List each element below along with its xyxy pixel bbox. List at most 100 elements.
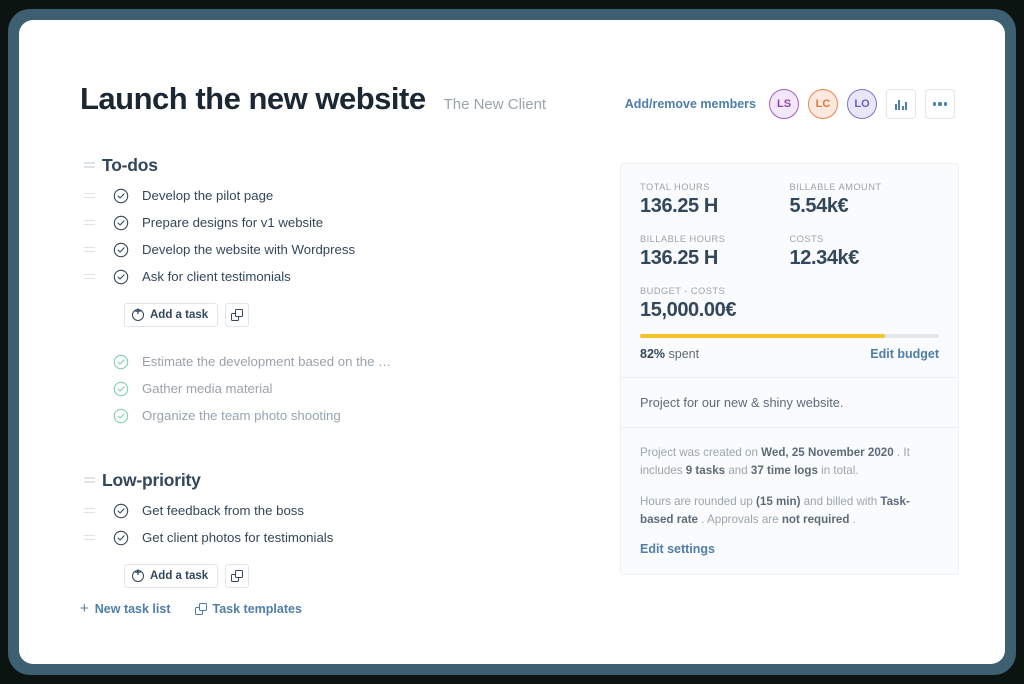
task-label: Estimate the development based on the … xyxy=(142,354,392,369)
task-row[interactable]: Get client photos for testimonials xyxy=(80,524,570,551)
page-header: Launch the new website The New Client Ad… xyxy=(80,77,955,129)
budget-progress-track xyxy=(640,334,939,338)
task-label: Gather media material xyxy=(142,381,273,396)
add-task-button[interactable]: Add a task xyxy=(124,303,219,327)
avatar[interactable]: LS xyxy=(769,89,799,119)
edit-budget-link[interactable]: Edit budget xyxy=(870,347,939,361)
task-row[interactable]: Get feedback from the boss xyxy=(80,497,570,524)
meta-text: . xyxy=(698,512,705,526)
task-row[interactable]: Gather media material xyxy=(80,375,570,402)
meta-rounding: Hours are rounded up (15 min) and billed… xyxy=(640,493,939,530)
stat-label: BILLABLE AMOUNT xyxy=(789,182,882,192)
task-lists-column: To-dos Develop the pilot page Prepare de… xyxy=(80,148,570,594)
meta-approvals-value: not required xyxy=(781,512,850,526)
task-templates-link[interactable]: Task templates xyxy=(194,601,302,616)
budget-progress-fill xyxy=(640,334,886,338)
meta-text: Hours are rounded up xyxy=(640,494,757,508)
drag-handle-icon[interactable] xyxy=(80,162,102,168)
avatar-initials: LO xyxy=(854,98,870,110)
new-task-list-label: New task list xyxy=(94,601,171,616)
stat-billable-amount: BILLABLE AMOUNT 5.54k€ xyxy=(790,182,940,218)
drag-handle-icon[interactable] xyxy=(80,477,102,483)
budget-spent-row: 82% spent Edit budget xyxy=(640,347,939,361)
plus-circle-icon xyxy=(132,567,144,582)
task-row[interactable]: Ask for client testimonials xyxy=(80,263,570,290)
more-options-button[interactable] xyxy=(925,89,955,119)
task-row[interactable]: Prepare designs for v1 website xyxy=(80,209,570,236)
task-list-header: To-dos xyxy=(80,148,570,182)
checkbox-icon[interactable] xyxy=(113,215,129,231)
checkbox-icon[interactable] xyxy=(113,188,129,204)
task-list: To-dos Develop the pilot page Prepare de… xyxy=(80,148,570,429)
avatar-initials: LC xyxy=(815,98,831,110)
duplicate-task-button[interactable] xyxy=(225,303,250,327)
task-row[interactable]: Estimate the development based on the … xyxy=(80,348,570,375)
checkbox-icon[interactable] xyxy=(113,269,129,285)
task-templates-label: Task templates xyxy=(212,601,302,616)
stat-value: 136.25 H xyxy=(640,247,718,269)
project-meta: Project was created on Wed, 25 November … xyxy=(640,428,939,529)
avatar[interactable]: LO xyxy=(847,89,877,119)
checkbox-icon[interactable] xyxy=(113,530,129,546)
stat-label: BILLABLE HOURS xyxy=(640,234,726,244)
drag-handle-icon[interactable] xyxy=(80,273,102,280)
drag-handle-icon[interactable] xyxy=(80,507,102,514)
stat-billable-hours: BILLABLE HOURS 136.25 H xyxy=(640,234,790,270)
app-screen: Launch the new website The New Client Ad… xyxy=(19,20,1005,664)
page-title: Launch the new website xyxy=(80,81,426,116)
meta-text: and xyxy=(725,464,751,478)
checkbox-icon[interactable] xyxy=(113,242,129,258)
checkbox-checked-icon[interactable] xyxy=(113,381,129,397)
task-label: Get client photos for testimonials xyxy=(142,530,334,545)
edit-settings-link[interactable]: Edit settings xyxy=(640,542,715,556)
meta-text: Approvals are xyxy=(707,512,782,526)
report-button[interactable] xyxy=(886,89,916,119)
task-label: Get feedback from the boss xyxy=(142,503,304,518)
budget-spent-percent: 82% xyxy=(640,347,666,361)
task-list-header: Low-priority xyxy=(80,463,570,497)
meta-created-date: Wed, 25 November 2020 xyxy=(761,446,894,459)
stat-label: TOTAL HOURS xyxy=(640,182,710,192)
avatar-initials: LS xyxy=(776,98,792,110)
drag-handle-icon[interactable] xyxy=(80,192,102,199)
checkbox-icon[interactable] xyxy=(113,503,129,519)
stats-grid: TOTAL HOURS 136.25 H BILLABLE AMOUNT 5.5… xyxy=(640,182,939,270)
client-name: The New Client xyxy=(443,96,547,113)
budget-value: 15,000.00€ xyxy=(640,299,737,321)
checkbox-checked-icon[interactable] xyxy=(113,354,129,370)
task-row[interactable]: Develop the website with Wordpress xyxy=(80,236,570,263)
duplicate-icon xyxy=(194,602,207,615)
drag-handle-icon[interactable] xyxy=(80,534,102,541)
stat-value: 136.25 H xyxy=(640,195,718,217)
plus-circle-icon xyxy=(132,306,144,321)
meta-rounding-value: (15 min) xyxy=(756,494,801,508)
budget-spent-text: 82% spent xyxy=(640,347,699,361)
drag-handle-icon[interactable] xyxy=(80,219,102,226)
checkbox-checked-icon[interactable] xyxy=(113,408,129,424)
meta-task-count: 9 tasks xyxy=(685,464,726,478)
task-list-title: To-dos xyxy=(102,154,158,175)
avatar[interactable]: LC xyxy=(808,89,838,119)
new-task-list-link[interactable]: + New task list xyxy=(80,601,171,616)
add-remove-members-link[interactable]: Add/remove members xyxy=(625,97,756,111)
drag-handle-icon[interactable] xyxy=(80,246,102,253)
device-frame: Launch the new website The New Client Ad… xyxy=(8,9,1016,675)
project-summary-panel: TOTAL HOURS 136.25 H BILLABLE AMOUNT 5.5… xyxy=(620,163,959,576)
task-list: Low-priority Get feedback from the boss … xyxy=(80,463,570,588)
meta-text: . xyxy=(849,512,856,526)
budget-block: BUDGET - COSTS 15,000.00€ 82% spent Edit… xyxy=(640,286,939,361)
meta-created: Project was created on Wed, 25 November … xyxy=(640,444,939,481)
duplicate-icon xyxy=(231,309,244,321)
meta-text: Project was created on xyxy=(640,446,762,459)
add-task-row: Add a task xyxy=(124,303,570,327)
task-row[interactable]: Organize the team photo shooting xyxy=(80,402,570,429)
stat-total-hours: TOTAL HOURS 136.25 H xyxy=(640,182,790,218)
meta-text: in total. xyxy=(817,464,859,478)
add-task-button[interactable]: Add a task xyxy=(124,564,219,588)
stat-value: 12.34k€ xyxy=(789,247,860,269)
ellipsis-icon xyxy=(932,102,948,106)
add-task-label: Add a task xyxy=(150,309,209,321)
task-row[interactable]: Develop the pilot page xyxy=(80,182,570,209)
duplicate-task-button[interactable] xyxy=(225,564,250,588)
